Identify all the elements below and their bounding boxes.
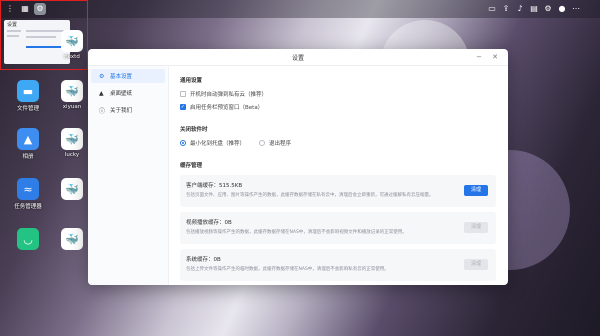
sidebar-item-basic[interactable]: ⚙ 基本设置 xyxy=(91,69,165,83)
top-taskbar: ⋮ ▦ ⚙ ▭ ⇪ ♪ ▤ ⚙ ● ⋯ xyxy=(0,0,600,18)
more-icon[interactable]: ⋯ xyxy=(570,3,582,15)
desktop-icon-docker[interactable]: 🐳 xyxy=(52,228,92,252)
desktop-icon-lucky[interactable]: 🐳 lucky xyxy=(52,128,92,158)
window-titlebar[interactable]: 设置 − ✕ xyxy=(88,49,508,66)
desktop-icon-chat[interactable]: ◡ xyxy=(8,228,48,252)
option-auto-open[interactable]: 开机时自动弹到私有云（推荐） xyxy=(180,90,496,98)
desktop-icon-label: 相册 xyxy=(22,154,34,160)
desktop-icon-files[interactable]: ▬ 文件管理 xyxy=(8,80,48,112)
section-title-close: 关闭软件时 xyxy=(180,127,208,133)
desktop-icon-task-manager[interactable]: ≈ 任务管理器 xyxy=(8,178,48,210)
cache-name: 视频播放缓存：0B xyxy=(186,220,232,226)
gear-icon[interactable]: ⚙ xyxy=(542,3,554,15)
docker-icon: 🐳 xyxy=(61,128,83,150)
window-title: 设置 xyxy=(291,55,304,62)
layers-icon[interactable]: ▤ xyxy=(528,3,540,15)
sidebar-item-label: 桌面壁纸 xyxy=(110,91,133,97)
settings-content: 通用设置 开机时自动弹到私有云（推荐） ✓ 启用任务栏预览窗口（Beta） 关闭… xyxy=(180,76,496,285)
clean-button[interactable]: 清理 xyxy=(464,222,488,233)
cache-name: 客户端缓存：515.5KB xyxy=(186,183,243,189)
desktop-icon-label: nextd xyxy=(64,54,80,60)
cache-card-client: 客户端缓存：515.5KB 包括页面文件、应用、图片等操作产生的数据，此缓存数据… xyxy=(180,175,496,207)
option-label: 开机时自动弹到私有云（推荐） xyxy=(190,92,268,98)
image-icon: ▲ xyxy=(99,89,104,97)
chart-icon: ≈ xyxy=(17,178,39,200)
option-label: 退出程序 xyxy=(269,141,292,147)
docker-icon: 🐳 xyxy=(61,80,83,102)
sidebar-item-wallpaper[interactable]: ▲ 桌面壁纸 xyxy=(91,86,165,100)
close-icon[interactable]: ✕ xyxy=(490,52,500,62)
cache-card-system: 系统缓存：0B 包括上传文件等操作产生的临时数据，此缓存数据存储在NAS中，清理… xyxy=(180,249,496,281)
clean-button[interactable]: 清理 xyxy=(464,259,488,270)
option-label: 最小化到托盘（推荐） xyxy=(190,141,246,147)
sidebar-item-about[interactable]: ⓘ 关于我们 xyxy=(91,103,165,117)
photo-icon: ▲ xyxy=(17,128,39,150)
sidebar-item-label: 基本设置 xyxy=(110,74,133,80)
desktop-icon-photos[interactable]: ▲ 相册 xyxy=(8,128,48,160)
desktop-icon-xiyuan[interactable]: 🐳 xiyuan xyxy=(52,80,92,110)
folder-icon: ▬ xyxy=(17,80,39,102)
option-label: 启用任务栏预览窗口（Beta） xyxy=(190,105,264,111)
info-icon: ⓘ xyxy=(99,107,106,115)
cache-desc: 包括播放视频等操作产生的数据，此缓存数据存储在NAS中，清理后不会影响视频文件和… xyxy=(186,230,407,235)
minimize-icon[interactable]: − xyxy=(474,52,484,62)
monitor-icon[interactable]: ▭ xyxy=(486,3,498,15)
docker-icon: 🐳 xyxy=(61,228,83,250)
cache-desc: 包括页面文件、应用、图片等操作产生的数据，此缓存数据存储在私有云中，清理后会立即… xyxy=(186,193,434,198)
bell-icon[interactable]: ♪ xyxy=(514,3,526,15)
checkbox-checked[interactable]: ✓ xyxy=(180,104,186,110)
upload-icon[interactable]: ⇪ xyxy=(500,3,512,15)
option-taskbar-preview[interactable]: ✓ 启用任务栏预览窗口（Beta） xyxy=(180,103,496,111)
desktop-icon-label: 文件管理 xyxy=(16,106,39,112)
preview-title: 设置 xyxy=(7,22,18,28)
settings-window: 设置 − ✕ ⚙ 基本设置 ▲ 桌面壁纸 ⓘ 关于我们 通用设置 开机时自动弹到… xyxy=(88,49,508,285)
user-icon[interactable]: ● xyxy=(556,3,568,15)
preview-line xyxy=(7,35,19,37)
settings-sidebar: ⚙ 基本设置 ▲ 桌面壁纸 ⓘ 关于我们 xyxy=(88,66,169,285)
desktop-icon-docker[interactable]: 🐳 xyxy=(52,178,92,202)
sidebar-item-label: 关于我们 xyxy=(110,108,133,114)
preview-line xyxy=(7,30,21,32)
section-title-general: 通用设置 xyxy=(180,78,203,84)
radio-exit[interactable] xyxy=(259,140,266,146)
close-options: 最小化到托盘（推荐） 退出程序 xyxy=(180,139,496,147)
cache-card-video: 视频播放缓存：0B 包括播放视频等操作产生的数据，此缓存数据存储在NAS中，清理… xyxy=(180,212,496,244)
docker-icon: 🐳 xyxy=(61,178,83,200)
chat-icon: ◡ xyxy=(17,228,39,250)
cache-name: 系统缓存：0B xyxy=(186,257,221,263)
section-title-cache: 缓存管理 xyxy=(180,163,203,169)
desktop-icon-nextd[interactable]: 🐳 nextd xyxy=(52,30,92,60)
desktop-icon-label: 任务管理器 xyxy=(14,204,42,210)
gear-icon: ⚙ xyxy=(99,72,105,80)
clean-button[interactable]: 清理 xyxy=(464,185,488,196)
desktop-icon-label: xiyuan xyxy=(62,104,82,110)
radio-minimize[interactable] xyxy=(180,140,186,146)
docker-icon: 🐳 xyxy=(61,30,83,52)
cache-desc: 包括上传文件等操作产生的临时数据，此缓存数据存储在NAS中，清理后不会影响私有云… xyxy=(186,267,389,272)
checkbox[interactable] xyxy=(180,91,186,97)
desktop-icon-label: lucky xyxy=(64,152,80,158)
